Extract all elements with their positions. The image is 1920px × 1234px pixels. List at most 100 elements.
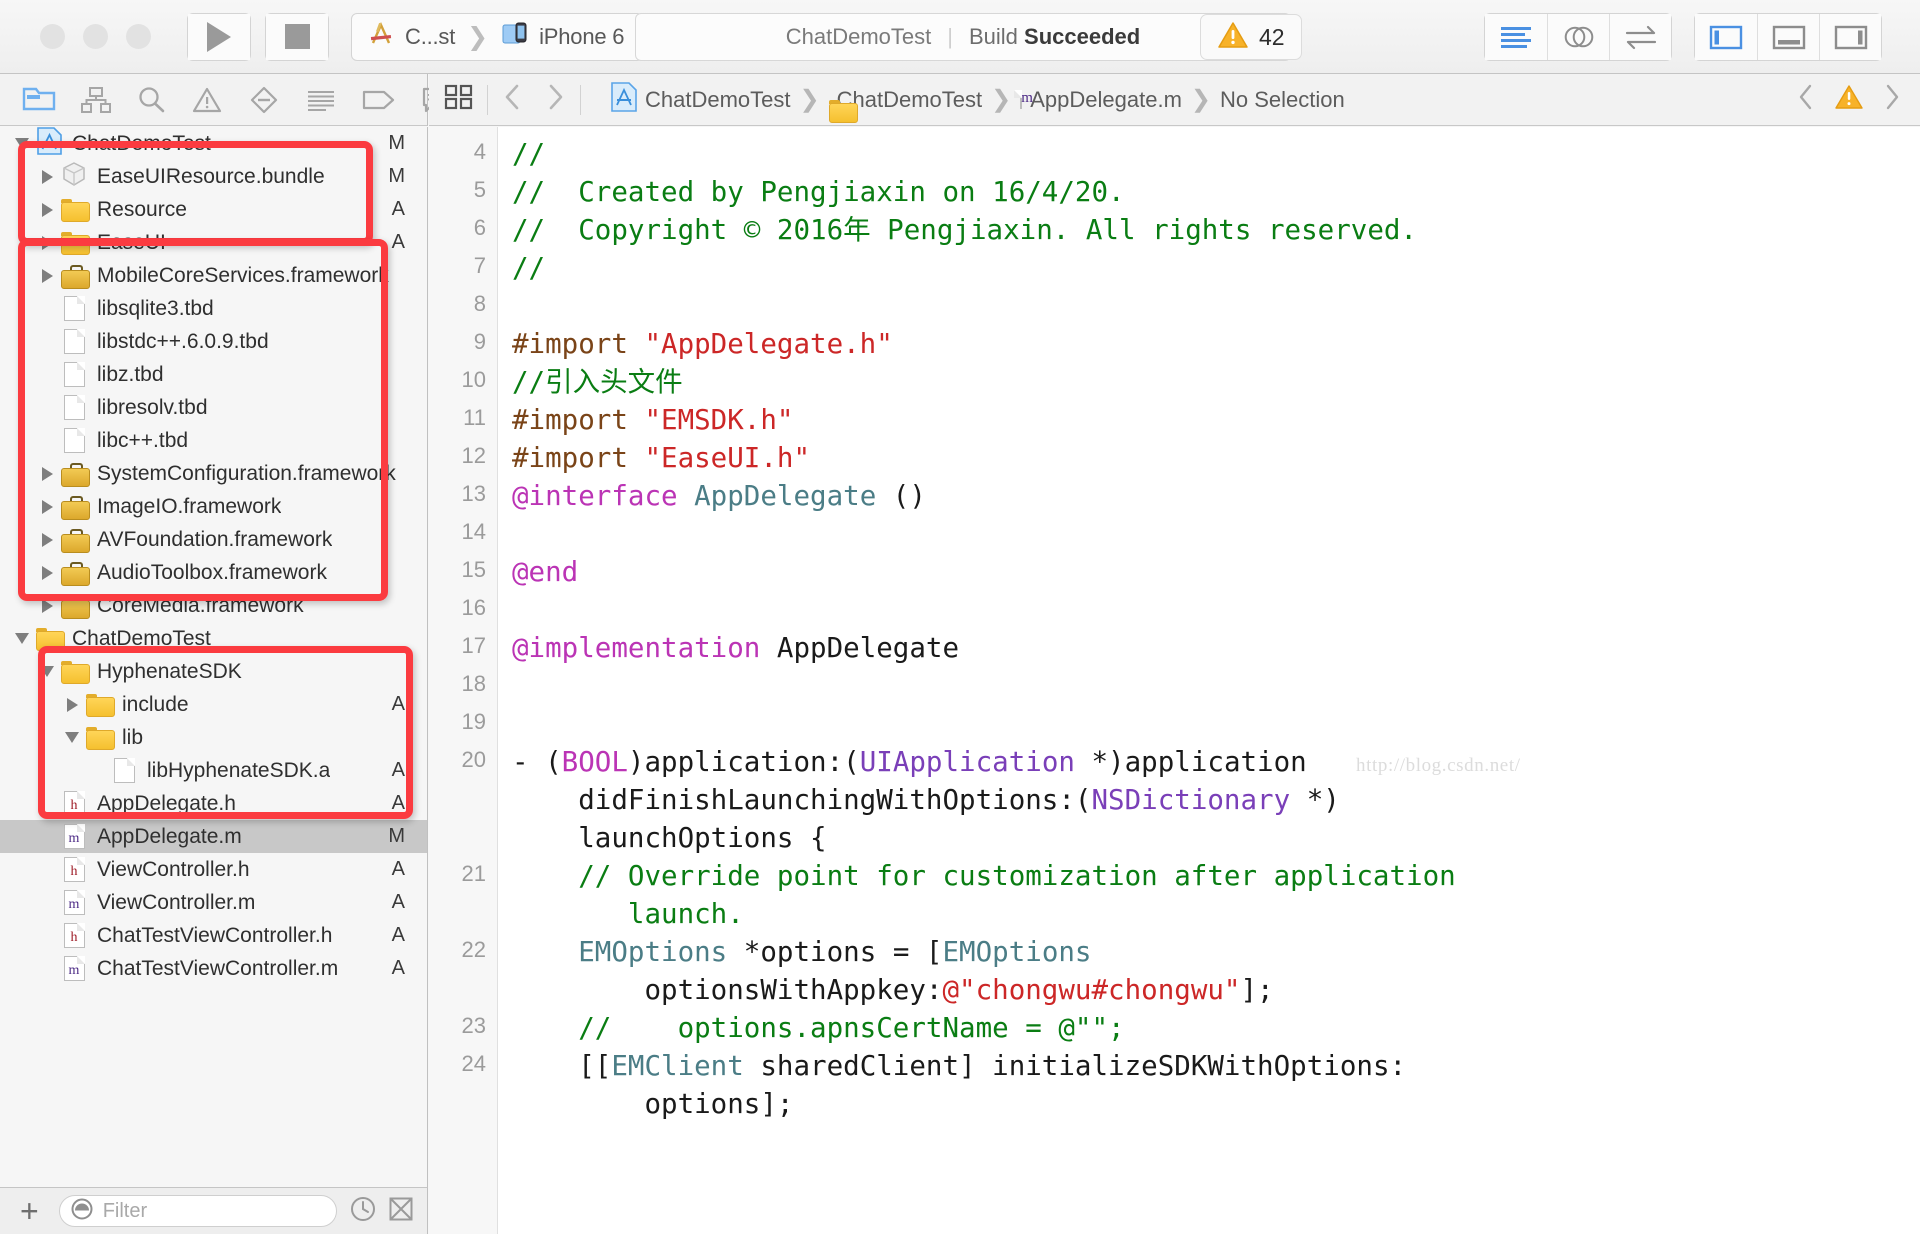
navigator-row[interactable]: libresolv.tbd [0, 391, 427, 424]
version-editor-button[interactable] [1609, 14, 1671, 60]
code-line[interactable]: EMOptions *options = [EMOptions [512, 933, 1091, 971]
code-line[interactable]: @implementation AppDelegate [512, 629, 959, 667]
minimize-window-button[interactable] [83, 24, 108, 49]
disclosure-triangle-collapsed[interactable] [41, 565, 53, 580]
navigator-row[interactable]: m ViewController.m A [0, 886, 427, 919]
scheme-selector[interactable]: C...st ❯ iPhone 6 [351, 12, 644, 61]
add-file-button[interactable]: + [12, 1195, 47, 1227]
navigator-row[interactable]: libsqlite3.tbd [0, 292, 427, 325]
code-line[interactable]: [[EMClient sharedClient] initializeSDKWi… [512, 1047, 1406, 1085]
code-line[interactable]: - (BOOL)application:(UIApplication *)app… [512, 743, 1307, 781]
navigator-row[interactable]: HyphenateSDK [0, 655, 427, 688]
project-navigator-button[interactable] [22, 83, 56, 116]
related-items-button[interactable] [443, 82, 475, 117]
navigator-row[interactable]: ImageIO.framework [0, 490, 427, 523]
code-area[interactable]: // // Created by Pengjiaxin on 16/4/20. //… [498, 127, 1920, 1234]
issue-indicator[interactable] [1834, 84, 1864, 115]
navigator-row[interactable]: Resource A [0, 193, 427, 226]
previous-issue-button[interactable] [1794, 83, 1818, 116]
warning-badge[interactable]: 42 [1200, 14, 1302, 60]
navigator-row[interactable]: ChatDemoTest [0, 622, 427, 655]
disclosure-triangle-collapsed[interactable] [41, 235, 53, 250]
disclosure-triangle-collapsed[interactable] [41, 598, 53, 613]
code-line[interactable]: @interface AppDelegate () [512, 477, 926, 515]
code-line[interactable]: launchOptions { [512, 819, 826, 857]
navigator-row[interactable]: h AppDelegate.h A [0, 787, 427, 820]
disclosure-triangle-collapsed[interactable] [41, 499, 53, 514]
navigator-row[interactable]: lib [0, 721, 427, 754]
close-window-button[interactable] [40, 24, 65, 49]
run-button[interactable] [187, 12, 251, 61]
zoom-window-button[interactable] [126, 24, 151, 49]
navigator-row[interactable]: libz.tbd [0, 358, 427, 391]
breadcrumb-item-group[interactable]: ChatDemoTest [829, 87, 983, 113]
recent-files-filter-button[interactable] [349, 1195, 377, 1228]
code-line[interactable]: #import "EMSDK.h" [512, 401, 793, 439]
test-navigator-button[interactable] [248, 83, 280, 116]
navigator-row-status: A [391, 858, 405, 880]
code-line[interactable]: optionsWithAppkey:@"chongwu#chongwu"]; [512, 971, 1273, 1009]
breadcrumb-item-selection[interactable]: No Selection [1220, 87, 1345, 113]
navigator-row[interactable]: libstdc++.6.0.9.tbd [0, 325, 427, 358]
code-line[interactable]: // Override point for customization afte… [512, 857, 1456, 895]
navigator-row[interactable]: h ChatTestViewController.h A [0, 919, 427, 952]
navigator-row[interactable]: AudioToolbox.framework [0, 556, 427, 589]
breakpoint-navigator-button[interactable] [362, 83, 396, 116]
find-navigator-button[interactable] [136, 83, 166, 116]
stop-button[interactable] [265, 12, 329, 61]
navigator-row[interactable]: libc++.tbd [0, 424, 427, 457]
navigator-row[interactable]: CoreMedia.framework [0, 589, 427, 622]
code-line[interactable]: launch. [512, 895, 744, 933]
filter-scope-icon[interactable] [70, 1197, 94, 1226]
disclosure-triangle-collapsed[interactable] [41, 268, 53, 283]
code-line[interactable]: options]; [512, 1085, 793, 1123]
source-control-filter-button[interactable] [387, 1195, 415, 1228]
navigator-row[interactable]: ChatDemoTest M [0, 127, 427, 160]
navigator-row[interactable]: MobileCoreServices.framework [0, 259, 427, 292]
code-line[interactable]: #import "EaseUI.h" [512, 439, 810, 477]
code-line[interactable]: // Created by Pengjiaxin on 16/4/20. [512, 173, 1125, 211]
code-line[interactable]: // Copyright © 2016年 Pengjiaxin. All rig… [512, 211, 1417, 249]
filter-input[interactable]: Filter [58, 1195, 337, 1227]
code-line[interactable]: #import "AppDelegate.h" [512, 325, 893, 363]
navigator-row[interactable]: m ChatTestViewController.m A [0, 952, 427, 985]
next-issue-button[interactable] [1880, 83, 1904, 116]
navigator-row[interactable]: include A [0, 688, 427, 721]
navigator-row[interactable]: EaseUIResource.bundle M [0, 160, 427, 193]
assistant-editor-button[interactable] [1547, 14, 1609, 60]
navigate-forward-button[interactable] [542, 82, 568, 117]
code-line[interactable]: didFinishLaunchingWithOptions:(NSDiction… [512, 781, 1340, 819]
standard-editor-button[interactable] [1485, 14, 1547, 60]
code-line[interactable]: //引入头文件 [512, 363, 683, 401]
navigator-row[interactable]: m AppDelegate.m M [0, 820, 427, 853]
navigator-row[interactable]: EaseUI A [0, 226, 427, 259]
issue-navigator-button[interactable] [191, 83, 223, 116]
breadcrumb-item-project[interactable]: ChatDemoTest [611, 82, 791, 117]
navigate-back-button[interactable] [500, 82, 526, 117]
disclosure-triangle-collapsed[interactable] [41, 532, 53, 547]
navigator-row[interactable]: h ViewController.h A [0, 853, 427, 886]
code-line[interactable]: // options.apnsCertName = @""; [512, 1009, 1124, 1047]
breadcrumb-item-file[interactable]: m AppDelegate.m [1020, 87, 1182, 113]
disclosure-triangle-collapsed[interactable] [41, 466, 53, 481]
navigator-row[interactable]: AVFoundation.framework [0, 523, 427, 556]
toggle-debug-button[interactable] [1757, 14, 1819, 60]
disclosure-triangle-expanded[interactable] [40, 666, 54, 677]
disclosure-triangle-collapsed[interactable] [66, 697, 78, 712]
toggle-navigator-button[interactable] [1695, 14, 1757, 60]
code-line[interactable]: // [512, 249, 545, 287]
disclosure-triangle-expanded[interactable] [65, 732, 79, 743]
debug-navigator-button[interactable] [305, 83, 337, 116]
navigator-row[interactable]: SystemConfiguration.framework [0, 457, 427, 490]
disclosure-triangle-expanded[interactable] [15, 138, 29, 149]
disclosure-triangle-collapsed[interactable] [41, 202, 53, 217]
project-navigator[interactable]: ChatDemoTest M EaseUIResource.bundle M Resou… [0, 127, 428, 1187]
disclosure-triangle-collapsed[interactable] [41, 169, 53, 184]
code-line[interactable]: // [512, 135, 545, 173]
symbol-navigator-button[interactable] [81, 83, 111, 116]
toggle-utilities-button[interactable] [1819, 14, 1881, 60]
source-editor[interactable]: 4 5 6 7 8 9 10 11 12 13 14 15 16 17 18 19 20 21 22 23 24 ///… [429, 127, 1920, 1234]
navigator-row[interactable]: libHyphenateSDK.a A [0, 754, 427, 787]
disclosure-triangle-expanded[interactable] [15, 633, 29, 644]
code-line[interactable]: @end [512, 553, 578, 591]
